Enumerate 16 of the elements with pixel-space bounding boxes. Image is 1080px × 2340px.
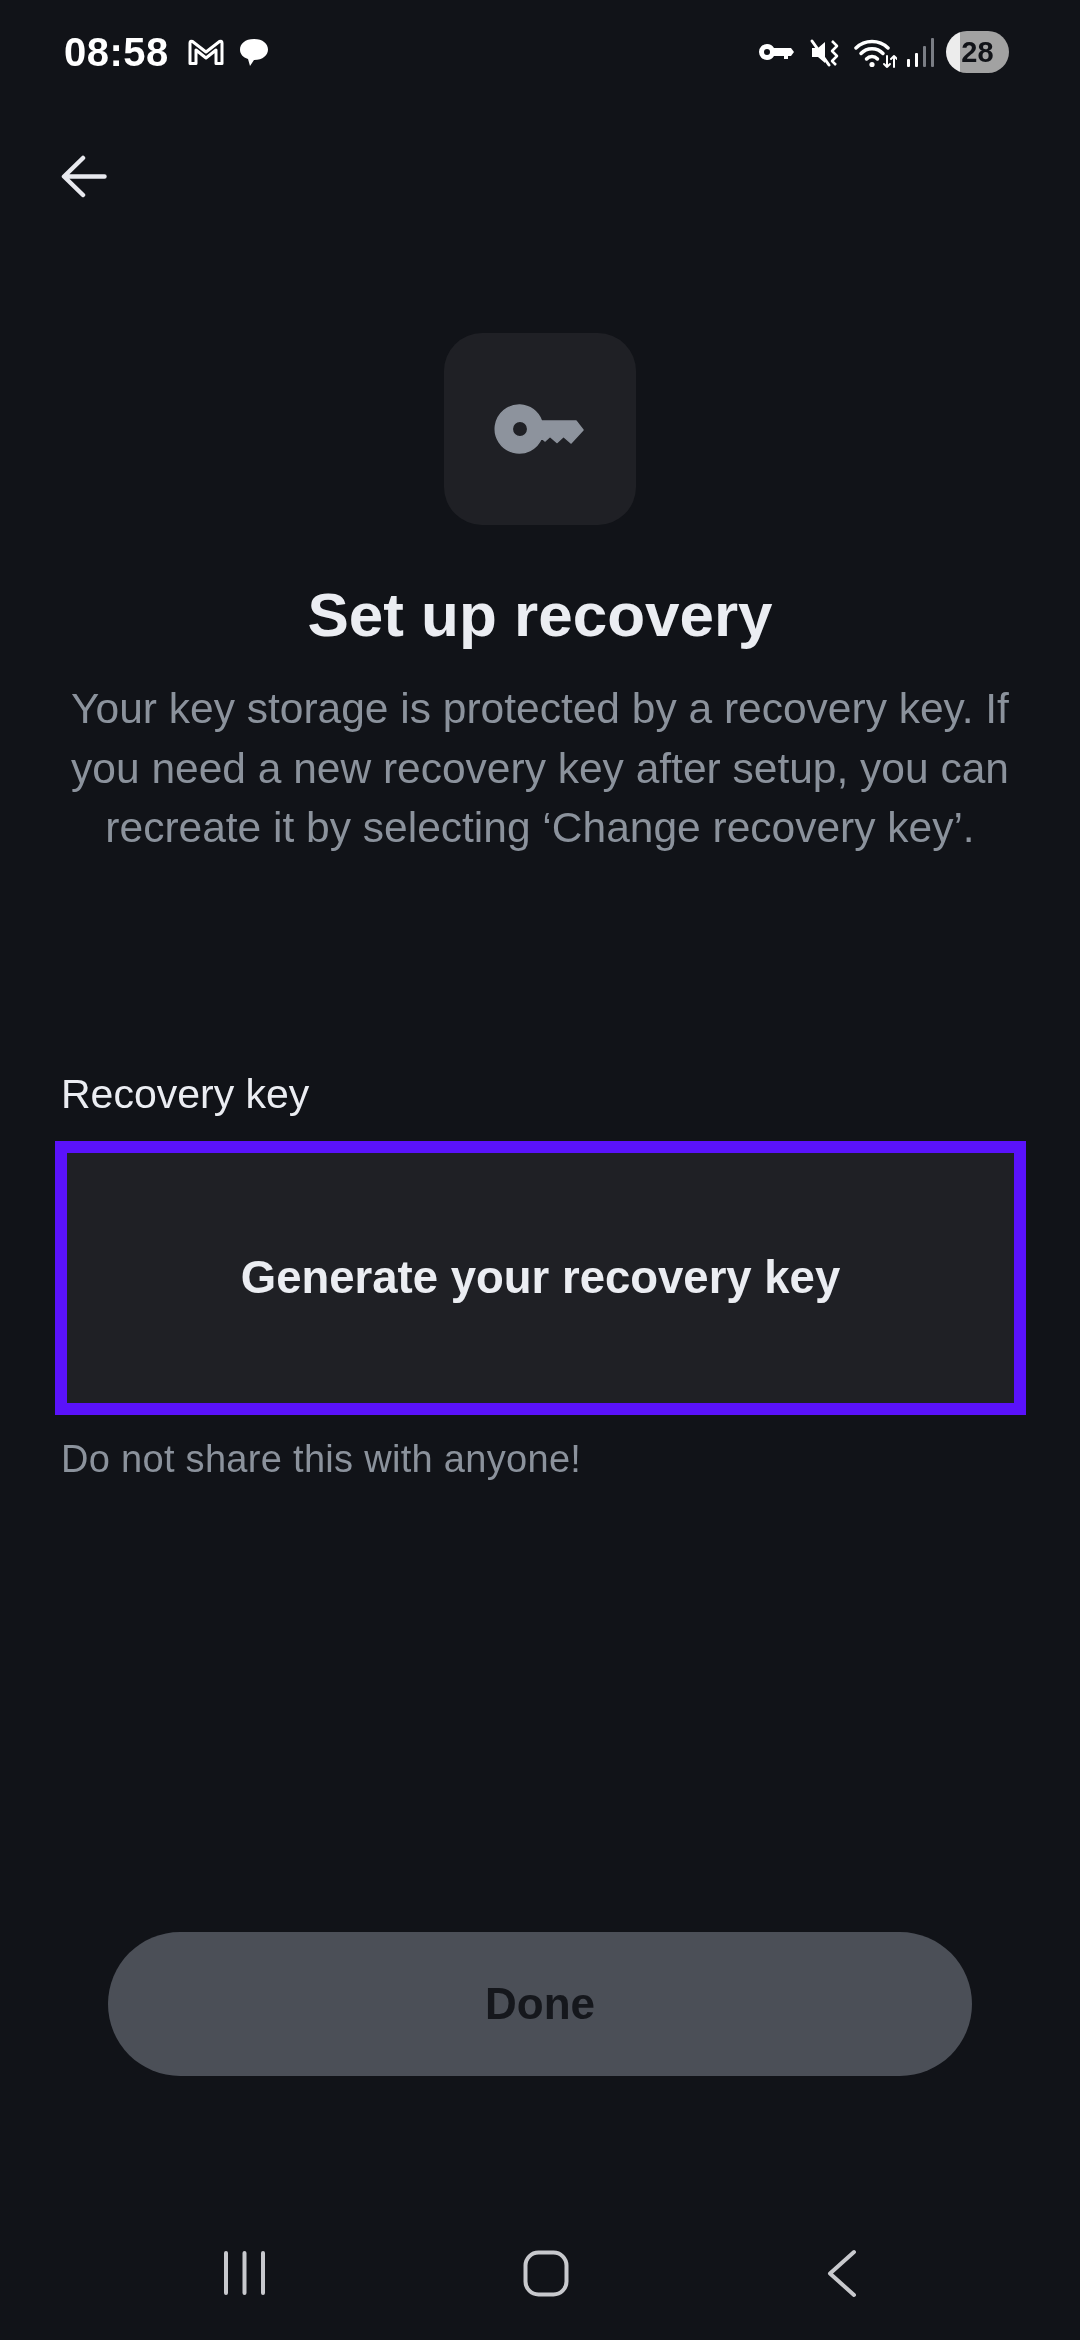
back-icon[interactable] <box>826 2248 857 2298</box>
recents-icon[interactable] <box>223 2250 266 2296</box>
description-text: Your key storage is protected by a recovery key. If you need a new recovery key after setup, you can recreate it by selecting ‘Change recovery key’. <box>70 684 1010 853</box>
battery-indicator: 28 <box>946 31 1009 73</box>
key-icon <box>444 333 636 525</box>
generate-key-button[interactable]: Generate your recovery key <box>55 1140 1026 1415</box>
hint-text: Do not share this with anyone! <box>61 1436 582 1482</box>
status-time: 08:58 <box>64 29 169 76</box>
key-icon <box>758 42 795 62</box>
back-arrow-icon <box>61 154 107 198</box>
home-icon[interactable] <box>523 2249 569 2297</box>
page-title: Set up recovery <box>307 579 773 651</box>
letter-m-icon <box>186 38 225 66</box>
signal-icon <box>906 37 935 67</box>
chat-bubble-icon <box>237 37 270 67</box>
field-label: Recovery key <box>61 1069 310 1119</box>
